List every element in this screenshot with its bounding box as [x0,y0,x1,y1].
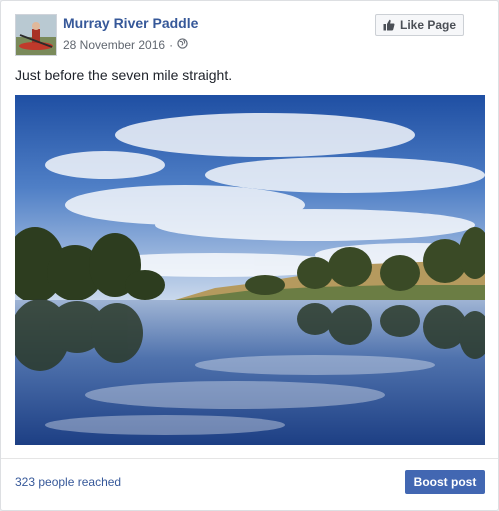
kayak-avatar-image [16,15,56,55]
page-name-link[interactable]: Murray River Paddle [63,15,198,31]
post-card: Murray River Paddle 28 November 2016 · L… [0,0,499,511]
people-reached-link[interactable]: 323 people reached [15,475,121,489]
globe-icon[interactable] [177,38,188,52]
footer-divider [1,458,498,459]
like-page-button[interactable]: Like Page [375,14,464,36]
meta-separator: · [169,38,174,52]
boost-post-button[interactable]: Boost post [405,470,485,494]
post-text: Just before the seven mile straight. [15,67,233,83]
like-page-label: Like Page [399,18,457,32]
page-avatar[interactable] [15,14,57,56]
river-landscape-photo[interactable] [15,95,485,445]
post-date[interactable]: 28 November 2016 [63,38,165,52]
post-meta: 28 November 2016 · [63,38,188,52]
thumbs-up-icon [383,19,395,31]
